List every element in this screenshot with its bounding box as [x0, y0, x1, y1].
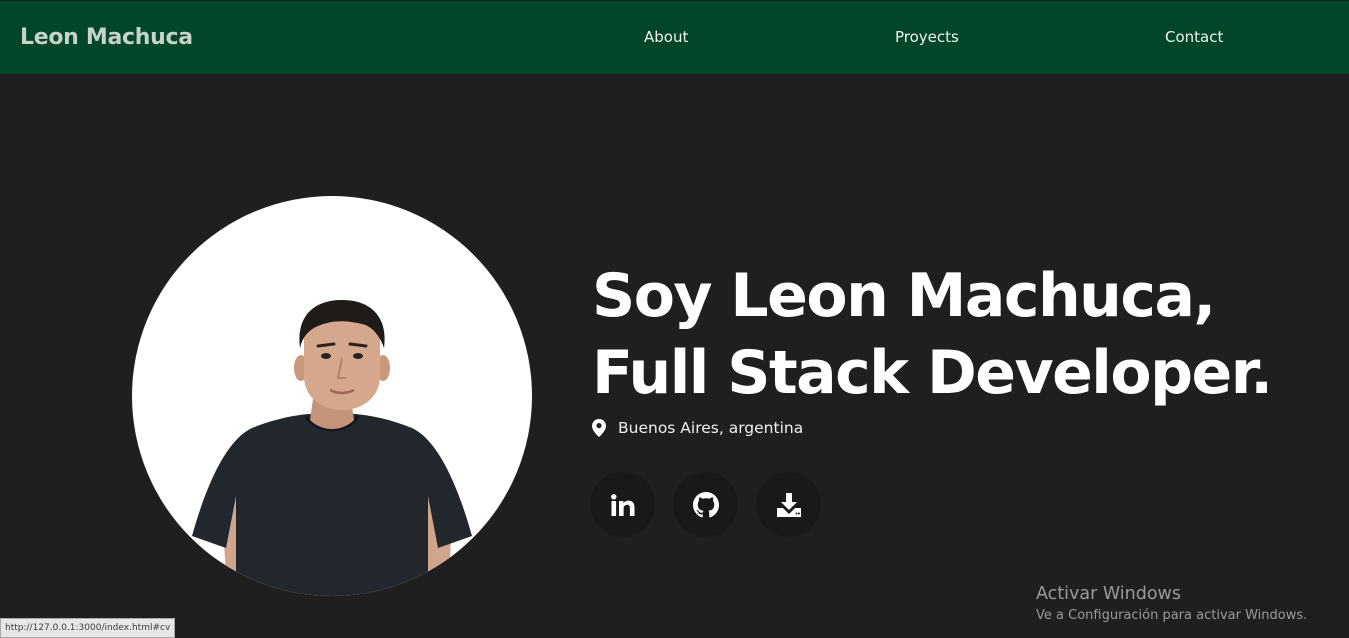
nav-link-contact[interactable]: Contact [1165, 28, 1223, 46]
download-icon [776, 492, 801, 517]
status-bar-url: http://127.0.0.1:3000/index.html#cv [0, 618, 176, 638]
brand-logo[interactable]: Leon Machuca [20, 25, 193, 50]
social-links [590, 472, 821, 537]
hero-title-line-1: Soy Leon Machuca, [592, 261, 1216, 331]
github-icon [692, 491, 719, 517]
download-cv-button[interactable] [756, 472, 821, 537]
location-text: Buenos Aires, argentina [618, 419, 804, 437]
profile-photo [132, 196, 532, 596]
person-portrait [192, 300, 472, 596]
activation-subtitle: Ve a Configuración para activar Windows. [1036, 608, 1308, 623]
nav-link-proyects[interactable]: Proyects [895, 28, 959, 46]
hero-title: Soy Leon Machuca, Full Stack Developer. [592, 258, 1312, 412]
activation-title: Activar Windows [1036, 584, 1181, 604]
location: Buenos Aires, argentina [592, 419, 803, 437]
linkedin-icon [610, 493, 634, 516]
navbar: Leon Machuca About Proyects Contact [0, 0, 1349, 74]
windows-activation-watermark: Activar Windows Ve a Configuración para … [1036, 583, 1307, 627]
github-button[interactable] [673, 472, 738, 537]
linkedin-button[interactable] [590, 472, 655, 537]
hero-title-line-2: Full Stack Developer. [592, 338, 1273, 408]
map-pin-icon [592, 419, 606, 437]
nav-link-about[interactable]: About [644, 28, 688, 46]
